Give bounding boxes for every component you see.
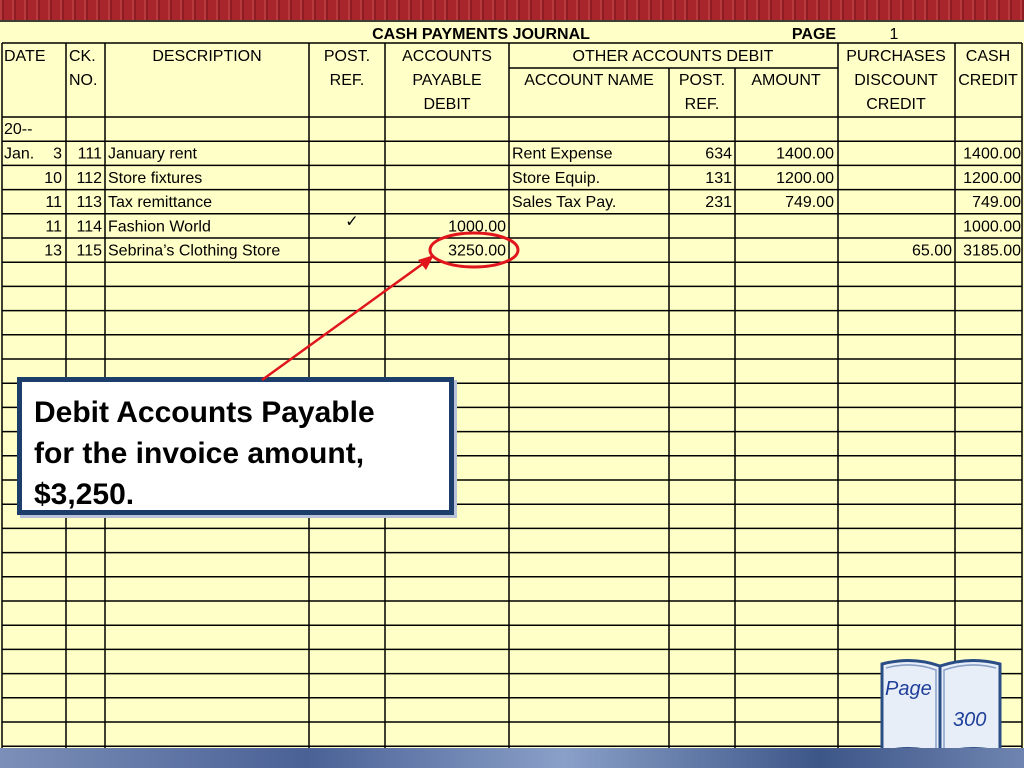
date-day-cell: 10	[44, 170, 62, 187]
book-icon[interactable]	[876, 656, 1006, 758]
callout-box: Debit Accounts Payable for the invoice a…	[17, 377, 454, 515]
journal-title: CASH PAYMENTS JOURNAL	[372, 26, 590, 43]
description-cell: January rent	[108, 146, 197, 163]
check-number-cell: 114	[76, 218, 102, 235]
page-label: PAGE	[792, 26, 836, 43]
cash-credit-cell: 749.00	[972, 194, 1021, 211]
amount-cell: 749.00	[785, 194, 834, 211]
check-number-cell: 111	[78, 146, 102, 163]
header-amount: AMOUNT	[751, 72, 821, 89]
account-post-ref-cell: 131	[705, 170, 732, 187]
callout-text: Debit Accounts Payable for the invoice a…	[34, 396, 375, 511]
amount-cell: 1400.00	[776, 146, 834, 163]
account-post-ref-cell: 231	[705, 194, 732, 211]
date-day-cell: 3	[53, 146, 62, 163]
header-accounts-payable-debit: PAYABLE	[412, 72, 481, 89]
check-number-cell: 113	[76, 194, 102, 211]
header-ck-no: NO.	[69, 72, 97, 89]
header-accounts-payable-debit: DEBIT	[423, 96, 470, 113]
accounts-payable-debit-cell: 3250.00	[448, 243, 506, 260]
date-day-cell: 11	[45, 218, 62, 235]
header-accounts-payable-debit: ACCOUNTS	[402, 48, 492, 65]
date-month-cell: Jan.	[4, 146, 34, 163]
accounts-payable-debit-cell: 1000.00	[448, 218, 506, 235]
header-ck-no: CK.	[69, 48, 96, 65]
header-cash-credit: CASH	[966, 48, 1010, 65]
header-other-accounts-debit: OTHER ACCOUNTS DEBIT	[573, 48, 774, 65]
description-cell: Sebrina’s Clothing Store	[108, 243, 280, 260]
purchases-discount-cell: 65.00	[912, 243, 952, 260]
header-date: DATE	[4, 48, 45, 65]
check-number-cell: 115	[76, 243, 102, 260]
cash-credit-cell: 3185.00	[963, 243, 1021, 260]
amount-cell: 1200.00	[776, 170, 834, 187]
page-reference-label: Page	[885, 678, 932, 700]
header-description: DESCRIPTION	[152, 48, 261, 65]
header-other-post-ref: REF.	[685, 96, 720, 113]
cash-credit-cell: 1400.00	[963, 146, 1021, 163]
header-purchases-discount-credit: PURCHASES	[846, 48, 946, 65]
account-post-ref-cell: 634	[705, 146, 732, 163]
description-cell: Tax remittance	[108, 194, 212, 211]
decorative-top-border	[0, 0, 1024, 20]
date-day-cell: 11	[45, 194, 62, 211]
post-ref-checkmark: ✓	[345, 213, 358, 230]
page-number: 1	[890, 26, 899, 43]
check-number-cell: 112	[76, 170, 102, 187]
description-cell: Fashion World	[108, 218, 211, 235]
header-other-post-ref: POST.	[679, 72, 725, 89]
cash-credit-cell: 1000.00	[963, 218, 1021, 235]
decorative-bottom-border	[0, 748, 1024, 768]
date-day-cell: 13	[44, 243, 62, 260]
header-account-name: ACCOUNT NAME	[524, 72, 654, 89]
page-reference-number: 300	[953, 709, 987, 731]
header-post-ref: POST.	[324, 48, 370, 65]
year-cell: 20--	[4, 121, 32, 138]
cash-credit-cell: 1200.00	[963, 170, 1021, 187]
header-purchases-discount-credit: CREDIT	[866, 96, 926, 113]
header-purchases-discount-credit: DISCOUNT	[854, 72, 938, 89]
header-post-ref: REF.	[330, 72, 365, 89]
header-cash-credit: CREDIT	[958, 72, 1018, 89]
account-name-cell: Store Equip.	[512, 170, 600, 187]
account-name-cell: Sales Tax Pay.	[512, 194, 616, 211]
description-cell: Store fixtures	[108, 170, 202, 187]
account-name-cell: Rent Expense	[512, 146, 613, 163]
